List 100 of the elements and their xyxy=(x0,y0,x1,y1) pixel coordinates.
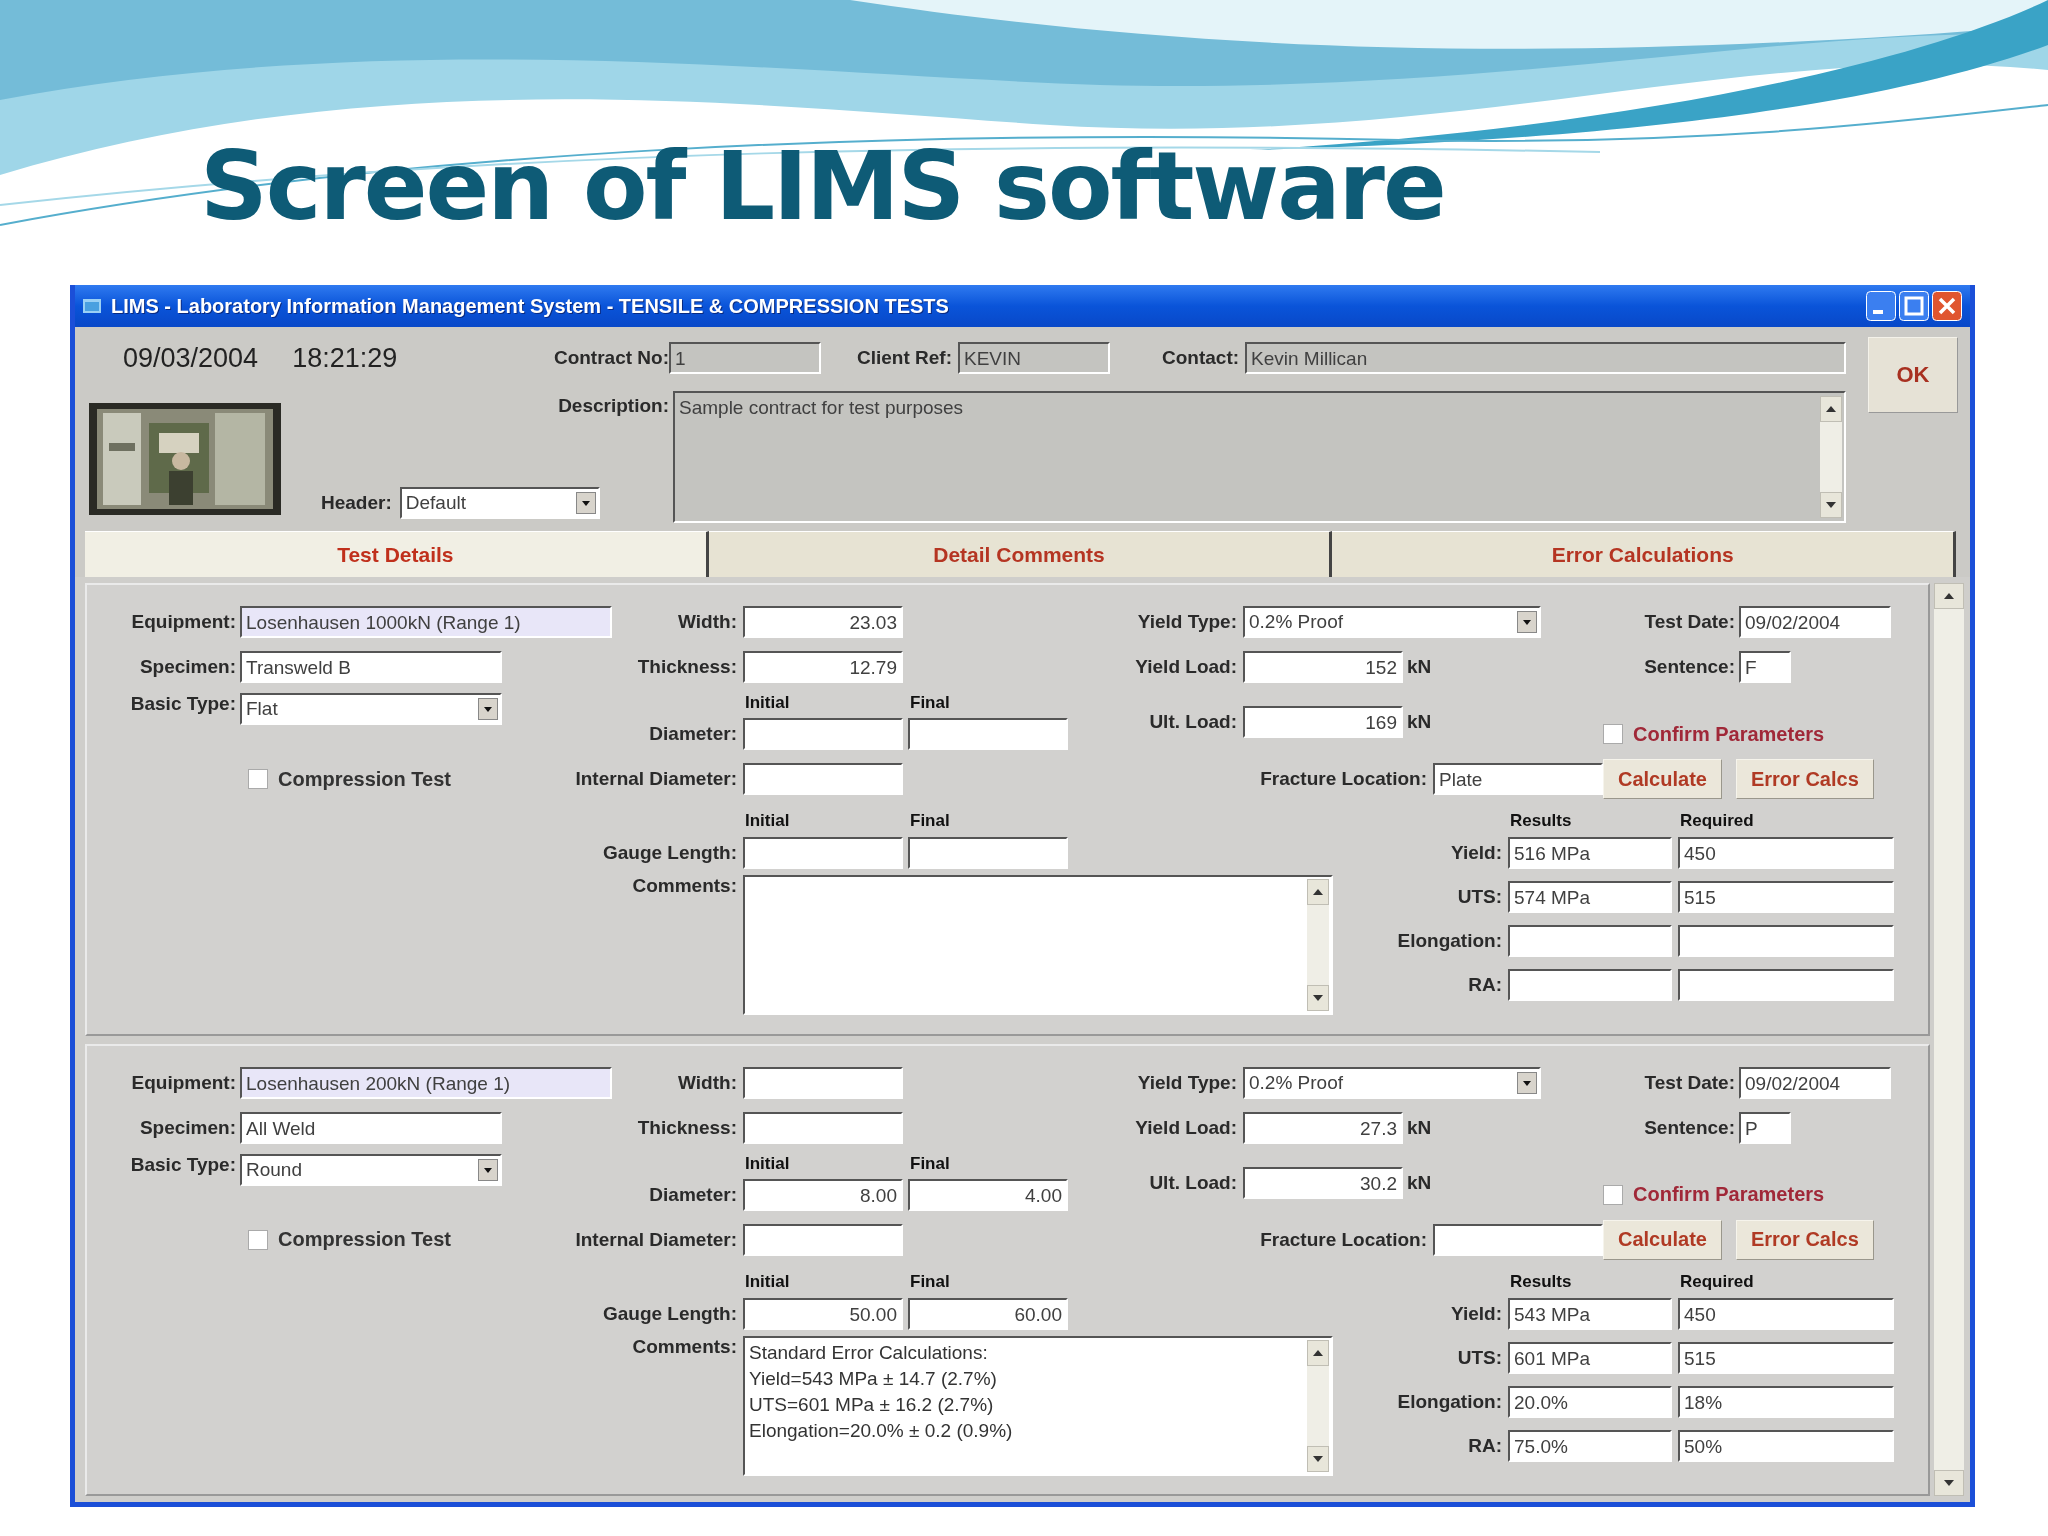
action-button[interactable]: Calculate xyxy=(1603,1219,1722,1260)
comments-field[interactable]: Standard Error Calculations: Yield=543 MPa ± 14.7 (2.7%) UTS=601 MPa ± 16.2 (2.7%) Elongation=20.0% ± 0.2 (0.9%) xyxy=(743,1335,1333,1476)
text-field[interactable]: Losenhausen 200kN (Range 1) xyxy=(240,1066,612,1099)
scroll-down-button[interactable] xyxy=(1307,1445,1329,1472)
scroll-up-button[interactable] xyxy=(1820,396,1842,422)
text-field[interactable] xyxy=(908,718,1068,750)
text-field[interactable]: 27.3 xyxy=(1243,1111,1403,1144)
text-field[interactable]: All Weld xyxy=(240,1111,502,1144)
unit-label: kN xyxy=(1407,711,1432,733)
column-heading: Initial xyxy=(744,1153,790,1174)
maximize-icon[interactable] xyxy=(1899,291,1929,321)
text-field[interactable]: 543 MPa xyxy=(1508,1297,1672,1330)
text-field[interactable]: 50% xyxy=(1678,1429,1894,1462)
text-field[interactable]: 12.79 xyxy=(743,651,903,683)
text-field[interactable]: 30.2 xyxy=(1243,1166,1403,1199)
field-label: Width: xyxy=(678,1071,737,1094)
text-field[interactable] xyxy=(1508,969,1672,1001)
field-label: RA: xyxy=(1468,1434,1502,1457)
text-field[interactable] xyxy=(908,837,1068,869)
field-label: Description: xyxy=(558,395,669,417)
text-field[interactable]: 75.0% xyxy=(1508,1429,1672,1462)
text-field[interactable]: 169 xyxy=(1243,706,1403,738)
scroll-down-button[interactable] xyxy=(1934,1470,1964,1496)
description-field[interactable]: Sample contract for test purposes xyxy=(673,391,1846,523)
tab[interactable]: Test Details xyxy=(85,531,709,577)
app-icon xyxy=(83,299,101,313)
field-label: Yield Load: xyxy=(1135,1116,1237,1139)
action-button[interactable]: Error Calcs xyxy=(1735,759,1874,799)
tab[interactable]: Detail Comments xyxy=(708,531,1333,577)
scrollbar[interactable] xyxy=(1307,879,1329,1011)
text-field[interactable] xyxy=(743,763,903,795)
dropdown[interactable]: 0.2% Proof xyxy=(1243,606,1541,638)
scrollbar[interactable] xyxy=(1934,583,1964,1496)
text-field[interactable]: Kevin Millican xyxy=(1245,342,1846,374)
slide-title: Screen of LIMS software xyxy=(200,140,1445,234)
action-button[interactable]: Error Calcs xyxy=(1735,1219,1874,1260)
scrollbar[interactable] xyxy=(1307,1339,1329,1472)
text-field[interactable]: 450 xyxy=(1678,837,1894,869)
text-field[interactable]: 601 MPa xyxy=(1508,1341,1672,1374)
up-arrow-icon xyxy=(1312,1348,1324,1357)
text-field[interactable] xyxy=(1678,969,1894,1001)
action-button[interactable]: Calculate xyxy=(1603,759,1722,799)
text-field[interactable] xyxy=(743,1223,903,1256)
date-field[interactable]: 09/02/2004 xyxy=(1739,606,1891,638)
checkbox[interactable] xyxy=(1603,724,1623,744)
checkbox[interactable] xyxy=(248,769,268,789)
text-field[interactable]: 515 xyxy=(1678,881,1894,913)
text-field[interactable]: 4.00 xyxy=(908,1178,1068,1211)
dropdown[interactable]: Round xyxy=(240,1153,502,1186)
text-field[interactable]: 50.00 xyxy=(743,1297,903,1330)
dropdown[interactable]: 0.2% Proof xyxy=(1243,1066,1541,1099)
comments-field[interactable] xyxy=(743,875,1333,1015)
date-field[interactable]: 09/02/2004 xyxy=(1739,1066,1891,1099)
dropdown[interactable]: Flat xyxy=(240,693,502,725)
text-field[interactable]: Transweld B xyxy=(240,651,502,683)
text-field[interactable]: 18% xyxy=(1678,1385,1894,1418)
scroll-down-button[interactable] xyxy=(1820,492,1842,518)
text-field[interactable] xyxy=(1678,925,1894,957)
unit-label: kN xyxy=(1407,1116,1432,1139)
text-field[interactable]: 574 MPa xyxy=(1508,881,1672,913)
text-field[interactable]: Plate xyxy=(1433,763,1603,795)
text-field[interactable]: 60.00 xyxy=(908,1297,1068,1330)
text-field[interactable] xyxy=(1508,925,1672,957)
scroll-up-button[interactable] xyxy=(1307,879,1329,905)
scroll-down-button[interactable] xyxy=(1307,985,1329,1011)
text-field[interactable]: F xyxy=(1739,651,1791,683)
text-field[interactable]: 20.0% xyxy=(1508,1385,1672,1418)
scroll-up-button[interactable] xyxy=(1307,1339,1329,1366)
text-field[interactable] xyxy=(743,1066,903,1099)
field-label: UTS: xyxy=(1457,1346,1502,1369)
text-field[interactable]: P xyxy=(1739,1111,1791,1144)
text-field[interactable]: 1 xyxy=(669,342,821,374)
text-field[interactable] xyxy=(743,718,903,750)
ok-button[interactable]: OK xyxy=(1868,337,1958,413)
text-field[interactable] xyxy=(743,837,903,869)
close-icon[interactable] xyxy=(1932,291,1962,321)
field-label: Ult. Load: xyxy=(1149,711,1237,733)
checkbox[interactable] xyxy=(1603,1184,1623,1205)
text-field[interactable]: 8.00 xyxy=(743,1178,903,1211)
text-field[interactable] xyxy=(743,1111,903,1144)
checkbox-label: Compression Test xyxy=(278,1228,451,1251)
caret-icon xyxy=(575,492,596,514)
text-field[interactable]: 23.03 xyxy=(743,606,903,638)
dropdown[interactable]: Default xyxy=(399,487,600,519)
text-field[interactable]: 450 xyxy=(1678,1297,1894,1330)
text-field[interactable]: 152 xyxy=(1243,651,1403,683)
scrollbar[interactable] xyxy=(1820,396,1842,518)
checkbox[interactable] xyxy=(248,1229,268,1250)
text-field[interactable]: KEVIN xyxy=(958,342,1110,374)
tab[interactable]: Error Calculations xyxy=(1332,531,1956,577)
text-field[interactable]: 515 xyxy=(1678,1341,1894,1374)
date-text: 09/03/2004 xyxy=(123,342,259,374)
scroll-up-button[interactable] xyxy=(1934,583,1964,609)
caret-icon xyxy=(478,698,498,720)
text-field[interactable]: Losenhausen 1000kN (Range 1) xyxy=(240,606,612,638)
text-field[interactable]: 516 MPa xyxy=(1508,837,1672,869)
text-field[interactable] xyxy=(1433,1223,1603,1256)
up-arrow-icon xyxy=(1312,888,1324,896)
column-heading: Final xyxy=(909,1271,950,1292)
minimize-icon[interactable] xyxy=(1866,291,1896,321)
